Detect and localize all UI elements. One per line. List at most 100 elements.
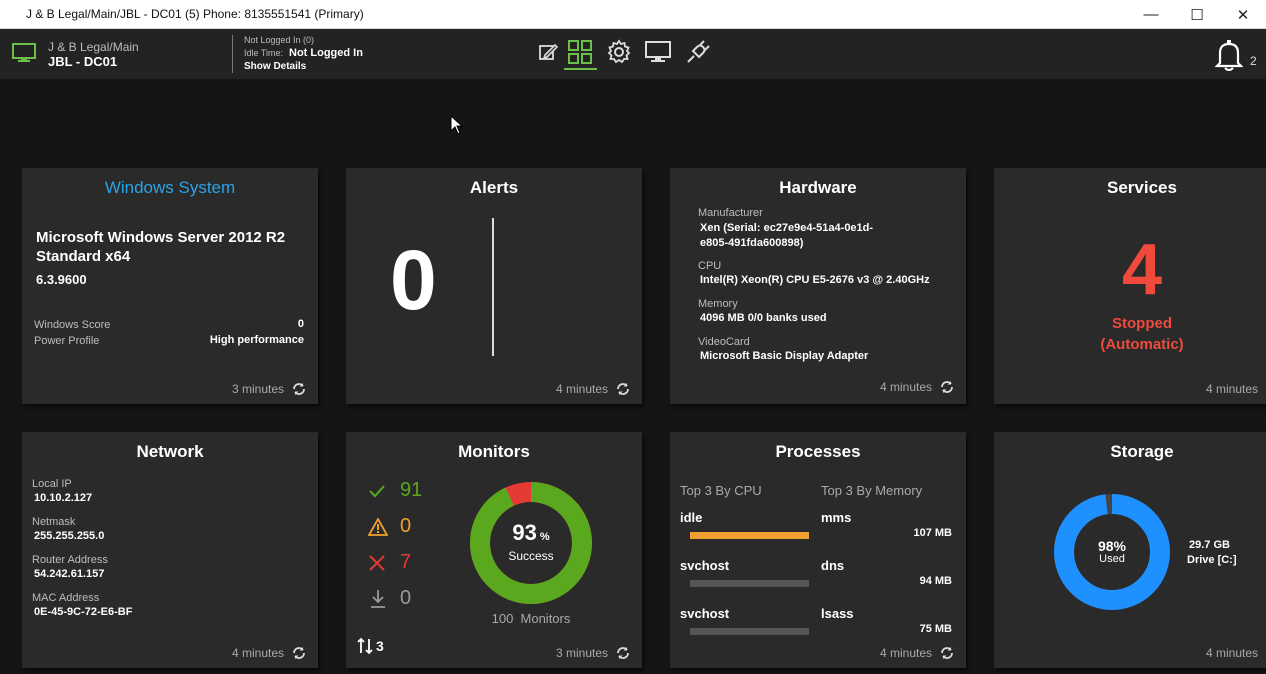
router-value: 54.242.61.157 — [34, 568, 105, 580]
alerts-divider — [492, 218, 494, 356]
login-info: Not Logged In (0) Idle Time: Not Logged I… — [244, 34, 363, 73]
maximize-button[interactable]: ☐ — [1174, 0, 1220, 29]
cpu-process-name: idle — [680, 510, 703, 525]
local-ip-label: Local IP — [32, 478, 72, 490]
monitors-sort-count: 3 — [376, 638, 384, 654]
cpu-value: Intel(R) Xeon(R) CPU E5-2676 v3 @ 2.40GH… — [700, 274, 930, 286]
show-details-link[interactable]: Show Details — [244, 60, 363, 73]
refresh-icon[interactable] — [616, 382, 630, 396]
sort-arrows-icon[interactable] — [356, 637, 374, 660]
monitors-ok-count: 91 — [400, 479, 423, 501]
local-ip-value: 10.10.2.127 — [34, 492, 93, 504]
alerts-card[interactable]: Alerts 0 4 minutes — [346, 168, 642, 404]
storage-card[interactable]: Storage 98% Used 29.7 GB Drive [C:] 4 mi… — [994, 432, 1266, 668]
services-status-line2: (Automatic) — [1100, 336, 1184, 353]
refresh-icon[interactable] — [940, 646, 954, 660]
windows-score-value: 0 — [297, 318, 304, 330]
monitors-title: Monitors — [458, 442, 530, 461]
minimize-button[interactable]: — — [1128, 0, 1174, 29]
refresh-icon[interactable] — [292, 382, 306, 396]
card-footer: 4 minutes — [232, 646, 306, 660]
cpu-bar-track — [690, 532, 809, 539]
windows-score-label: Windows Score — [34, 319, 111, 331]
memory-process-name: mms — [821, 510, 852, 525]
mouse-cursor-icon — [450, 114, 464, 140]
netmask-value: 255.255.255.0 — [34, 530, 105, 542]
processes-title: Processes — [775, 442, 861, 461]
monitors-warning-count: 0 — [400, 515, 412, 537]
device-group: J & B Legal/Main — [48, 40, 139, 54]
check-icon — [368, 482, 386, 505]
edit-notes-icon[interactable] — [533, 37, 563, 67]
device-name: JBL - DC01 — [48, 54, 118, 69]
card-footer: 3 minutes — [556, 646, 630, 660]
processes-card[interactable]: Processes Top 3 By CPU Top 3 By Memory i… — [670, 432, 966, 668]
cpu-bar-track — [690, 628, 809, 635]
close-button[interactable]: ✕ — [1220, 0, 1266, 29]
windows-system-title: Windows System — [104, 178, 236, 197]
videocard-value: Microsoft Basic Display Adapter — [700, 350, 869, 362]
monitors-total: 100 Monitors — [491, 611, 571, 626]
mac-label: MAC Address — [32, 592, 100, 604]
card-footer: 3 minutes — [232, 382, 306, 396]
updated-time: 4 minutes — [1205, 382, 1258, 396]
monitors-down-count: 0 — [400, 587, 412, 609]
hardware-title: Hardware — [779, 178, 857, 197]
storage-used-label: Used — [1099, 553, 1125, 565]
active-tab-indicator — [564, 68, 597, 70]
services-stopped-count: 4 — [1121, 230, 1163, 310]
download-icon — [370, 589, 386, 614]
updated-time: 4 minutes — [879, 380, 932, 394]
router-label: Router Address — [32, 554, 108, 566]
power-profile-value: High performance — [209, 334, 304, 346]
warning-icon — [367, 517, 389, 541]
card-footer: 4 minutes — [880, 380, 954, 394]
netmask-label: Netmask — [32, 516, 76, 528]
device-monitor-icon — [12, 43, 36, 68]
alerts-count: 0 — [390, 233, 437, 327]
plug-icon[interactable] — [683, 37, 713, 67]
updated-time: 3 minutes — [555, 646, 608, 660]
storage-size: 29.7 GB — [1189, 539, 1230, 551]
memory-value: 4096 MB 0/0 banks used — [700, 312, 827, 324]
idle-value: Not Logged In — [289, 47, 363, 59]
memory-process-value: 107 MB — [913, 527, 952, 539]
manufacturer-value: Xen (Serial: ec27e9e4-51a4-0e1d-e805-491… — [700, 222, 874, 249]
alerts-title: Alerts — [469, 178, 519, 197]
storage-title: Storage — [1110, 442, 1174, 461]
refresh-icon[interactable] — [616, 646, 630, 660]
windows-system-card[interactable]: Windows System Microsoft Windows Server … — [22, 168, 318, 404]
toolbar-divider — [232, 35, 233, 73]
memory-label: Memory — [698, 298, 738, 310]
success-label: Success — [508, 549, 554, 563]
device-toolbar: J & B Legal/Main JBL - DC01 Not Logged I… — [0, 29, 1266, 79]
remote-screen-icon[interactable] — [643, 37, 673, 67]
monitors-card[interactable]: Monitors 91 0 7 0 3 93% Success 100 Moni… — [346, 432, 642, 668]
success-percent: 93 — [512, 520, 537, 545]
notifications-bell-icon[interactable] — [1214, 39, 1244, 76]
window-title: J & B Legal/Main/JBL - DC01 (5) Phone: 8… — [26, 7, 364, 21]
updated-time: 3 minutes — [231, 382, 284, 396]
services-status-line1: Stopped — [1112, 315, 1172, 332]
monitors-center-label: 93% — [468, 520, 594, 546]
memory-process-name: lsass — [821, 606, 854, 621]
network-card[interactable]: Network Local IP 10.10.2.127 Netmask 255… — [22, 432, 318, 668]
updated-time: 4 minutes — [555, 382, 608, 396]
videocard-label: VideoCard — [698, 336, 750, 348]
window-controls: — ☐ ✕ — [1128, 0, 1266, 29]
hardware-card[interactable]: Hardware Manufacturer Xen (Serial: ec27e… — [670, 168, 966, 404]
updated-time: 4 minutes — [879, 646, 932, 660]
services-title: Services — [1107, 178, 1177, 197]
os-version: 6.3.9600 — [36, 272, 87, 287]
gear-icon[interactable] — [604, 37, 634, 67]
refresh-icon[interactable] — [292, 646, 306, 660]
updated-time: 4 minutes — [231, 646, 284, 660]
dashboard-grid-icon[interactable] — [565, 37, 595, 67]
refresh-icon[interactable] — [940, 380, 954, 394]
card-footer: 4 minutes — [1206, 382, 1258, 396]
cpu-bar-fill — [690, 532, 809, 539]
services-card[interactable]: Services 4 Stopped (Automatic) 4 minutes — [994, 168, 1266, 404]
monitors-failed-count: 7 — [400, 551, 412, 573]
os-name: Microsoft Windows Server 2012 R2 Standar… — [36, 229, 286, 265]
idle-label: Idle Time: — [244, 48, 284, 58]
